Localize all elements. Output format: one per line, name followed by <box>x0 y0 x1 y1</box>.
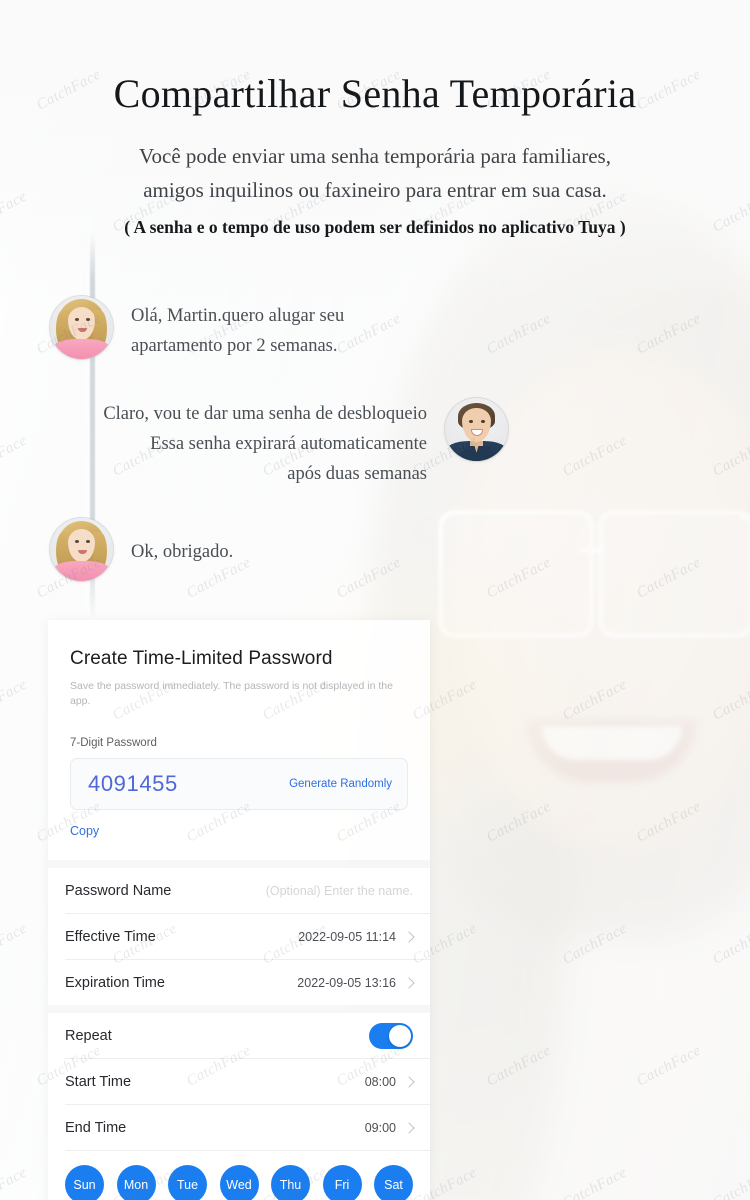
password-field-label: 7-Digit Password <box>48 715 430 750</box>
app-card-title: Create Time-Limited Password <box>70 648 333 669</box>
row-value: 08:00 <box>364 1074 396 1089</box>
row-end-time[interactable]: End Time 09:00 <box>65 1105 430 1152</box>
page-subtitle-line2: amigos inquilinos ou faxineiro para entr… <box>143 177 607 202</box>
chat-line: Ok, obrigado. <box>131 541 234 562</box>
day-button-sat[interactable]: Sat <box>374 1165 413 1200</box>
generate-randomly-button[interactable]: Generate Randomly <box>289 778 392 790</box>
day-button-wed[interactable]: Wed <box>219 1165 259 1200</box>
row-label: Repeat <box>65 1027 112 1044</box>
row-start-time[interactable]: Start Time 08:00 <box>65 1059 430 1106</box>
row-value: 2022-09-05 11:14 <box>298 929 396 944</box>
chat-bubble-text: Ok, obrigado. <box>131 518 233 568</box>
page-header: Compartilhar Senha Temporária Você pode … <box>0 0 750 238</box>
chat-message: Ok, obrigado. <box>50 517 520 581</box>
day-button-thu[interactable]: Thu <box>271 1165 310 1200</box>
copy-button[interactable]: Copy <box>48 810 430 861</box>
row-repeat[interactable]: Repeat <box>65 1013 430 1060</box>
app-card-subtitle: Save the password immediately. The passw… <box>70 680 393 708</box>
password-name-input[interactable]: (Optional) Enter the name. <box>266 884 413 898</box>
repeat-section: Repeat Start Time 08:00 End Time 09:00 S… <box>48 1013 430 1200</box>
row-label: End Time <box>65 1119 127 1136</box>
chat-line: Olá, Martin.quero alugar seu <box>131 306 345 326</box>
page-root: Compartilhar Senha Temporária Você pode … <box>0 0 750 1200</box>
day-button-sun[interactable]: Sun <box>65 1165 104 1200</box>
chat-bubble-text: Olá, Martin.quero alugar seu apartamento… <box>131 296 344 362</box>
row-value: 2022-09-05 13:16 <box>297 975 396 990</box>
man-avatar <box>445 397 508 461</box>
chat-line: após duas semanas <box>287 463 427 484</box>
chat-conversation: Olá, Martin.quero alugar seu apartamento… <box>0 296 520 581</box>
row-password-name[interactable]: Password Name (Optional) Enter the name. <box>65 868 430 915</box>
row-label: Start Time <box>65 1073 132 1090</box>
app-card: Create Time-Limited Password Save the pa… <box>48 620 430 1200</box>
row-value: 09:00 <box>364 1120 396 1135</box>
toggle-knob <box>389 1024 411 1047</box>
page-title: Compartilhar Senha Temporária <box>113 71 637 116</box>
row-label: Effective Time <box>65 928 156 945</box>
chevron-right-icon <box>403 931 415 943</box>
day-button-tue[interactable]: Tue <box>168 1165 207 1200</box>
chat-message: Olá, Martin.quero alugar seu apartamento… <box>50 296 520 362</box>
page-subtitle-line1: Você pode enviar uma senha temporária pa… <box>139 143 611 168</box>
password-input[interactable]: 4091455 Generate Randomly <box>70 758 408 811</box>
section-divider <box>48 1005 430 1014</box>
details-section: Password Name (Optional) Enter the name.… <box>48 868 430 1006</box>
chat-line: Claro, vou te dar uma senha de desbloque… <box>103 403 427 424</box>
page-note: ( A senha e o tempo de uso podem ser def… <box>124 216 626 237</box>
chevron-right-icon <box>403 1076 415 1088</box>
chevron-right-icon <box>403 977 415 989</box>
row-expiration-time[interactable]: Expiration Time 2022-09-05 13:16 <box>65 960 430 1005</box>
day-button-fri[interactable]: Fri <box>322 1165 362 1200</box>
woman-avatar <box>50 296 113 359</box>
day-button-mon[interactable]: Mon <box>116 1165 156 1200</box>
row-label: Expiration Time <box>65 974 165 991</box>
section-divider <box>48 860 430 869</box>
chat-message: Claro, vou te dar uma senha de desbloque… <box>0 397 508 490</box>
weekday-selector: Sun Mon Tue Wed Thu Fri Sat <box>48 1151 430 1200</box>
repeat-toggle[interactable] <box>369 1022 413 1049</box>
chevron-right-icon <box>403 1122 415 1134</box>
password-value: 4091455 <box>88 771 178 797</box>
chat-line: Essa senha expirará automaticamente <box>150 433 427 454</box>
row-label: Password Name <box>65 882 172 899</box>
woman-avatar <box>50 517 113 581</box>
page-subtitle: Você pode enviar uma senha temporária pa… <box>0 139 750 207</box>
app-card-header: Create Time-Limited Password Save the pa… <box>48 620 430 716</box>
chat-line: apartamento por 2 semanas. <box>131 335 338 356</box>
chat-bubble-text: Claro, vou te dar uma senha de desbloque… <box>103 398 427 490</box>
row-effective-time[interactable]: Effective Time 2022-09-05 11:14 <box>65 914 430 961</box>
